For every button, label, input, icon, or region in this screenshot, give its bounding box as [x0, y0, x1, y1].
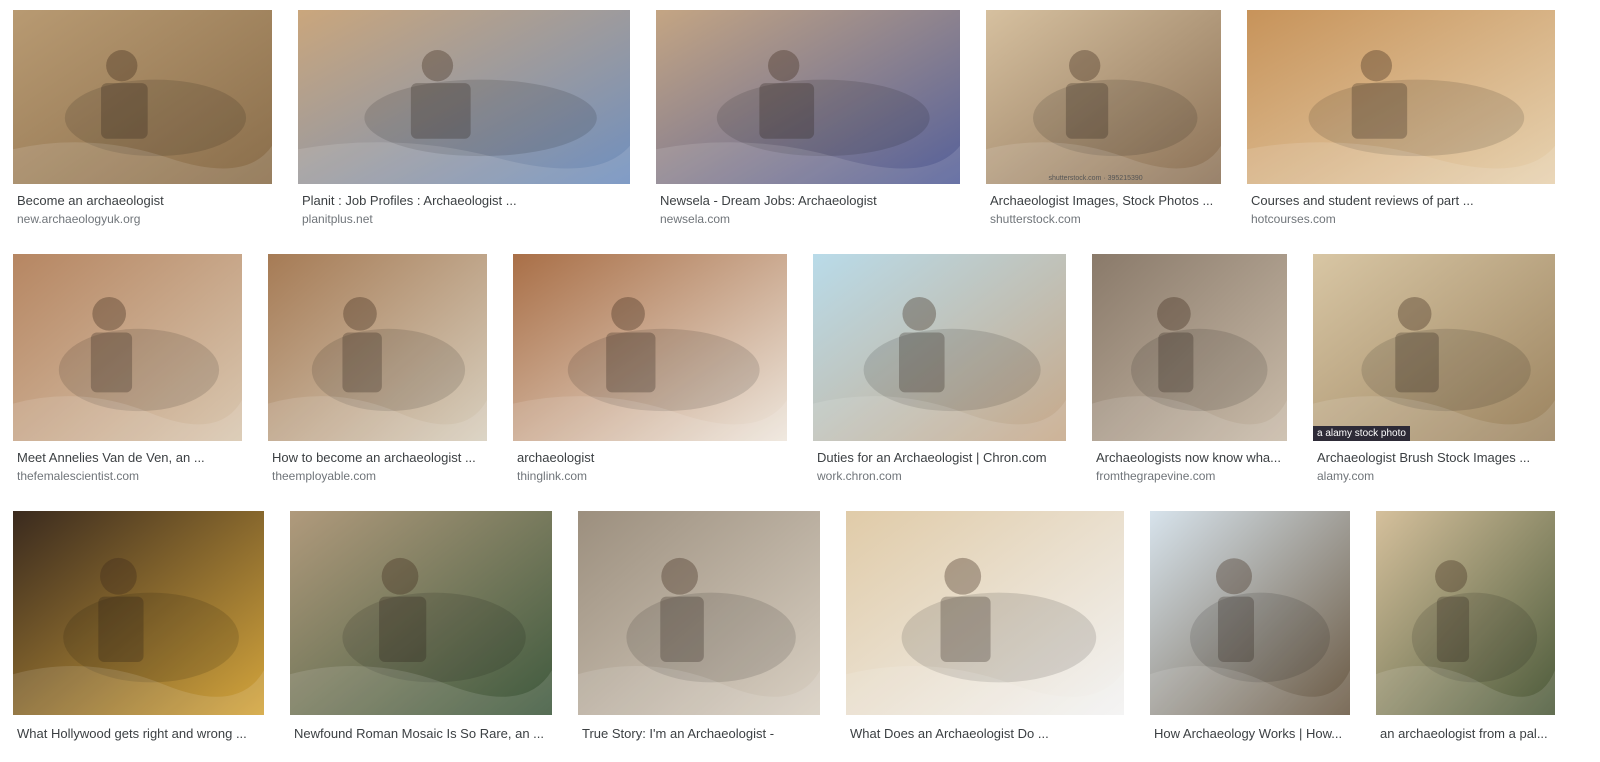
- result-source: planitplus.net: [302, 212, 373, 226]
- result-thumbnail[interactable]: [290, 511, 552, 715]
- result-thumbnail[interactable]: [846, 511, 1124, 715]
- image-result[interactable]: Newfound Roman Mosaic Is So Rare, an ...: [290, 511, 552, 762]
- result-thumbnail[interactable]: [13, 511, 264, 715]
- result-source: shutterstock.com: [990, 212, 1081, 226]
- result-thumbnail[interactable]: shutterstock.com · 395215390: [986, 10, 1221, 184]
- image-result[interactable]: True Story: I'm an Archaeologist -: [578, 511, 820, 762]
- result-title[interactable]: Planit : Job Profiles : Archaeologist ..…: [302, 193, 626, 208]
- result-thumbnail[interactable]: [1247, 10, 1555, 184]
- image-result[interactable]: How to become an archaeologist ... theemp…: [268, 254, 487, 486]
- image-result[interactable]: shutterstock.com · 395215390 Archaeologis…: [986, 10, 1221, 229]
- result-thumbnail[interactable]: [1150, 511, 1350, 715]
- result-source: work.chron.com: [817, 469, 902, 483]
- result-source: alamy.com: [1317, 469, 1375, 483]
- image-result[interactable]: Archaeologists now know wha... fromthegra…: [1092, 254, 1287, 486]
- result-source: fromthegrapevine.com: [1096, 469, 1216, 483]
- result-thumbnail[interactable]: [578, 511, 820, 715]
- image-result[interactable]: What Hollywood gets right and wrong ...: [13, 511, 264, 762]
- image-result[interactable]: What Does an Archaeologist Do ...: [846, 511, 1124, 762]
- image-result[interactable]: Become an archaeologist new.archaeologyuk…: [13, 10, 272, 229]
- image-result[interactable]: Duties for an Archaeologist | Chron.com w…: [813, 254, 1066, 486]
- result-source: theemployable.com: [272, 469, 377, 483]
- result-title[interactable]: Archaeologist Images, Stock Photos ...: [990, 193, 1217, 208]
- result-title[interactable]: Archaeologists now know wha...: [1096, 450, 1283, 465]
- watermark-label: shutterstock.com · 395215390: [1048, 175, 1143, 182]
- result-thumbnail[interactable]: [268, 254, 487, 441]
- result-title[interactable]: Duties for an Archaeologist | Chron.com: [817, 450, 1062, 465]
- image-result[interactable]: Meet Annelies Van de Ven, an ... thefemal…: [13, 254, 242, 486]
- result-thumbnail[interactable]: [513, 254, 787, 441]
- result-title[interactable]: Archaeologist Brush Stock Images ...: [1317, 450, 1551, 465]
- result-title[interactable]: What Hollywood gets right and wrong ...: [17, 726, 260, 741]
- result-title[interactable]: Meet Annelies Van de Ven, an ...: [17, 450, 238, 465]
- result-source: thinglink.com: [517, 469, 588, 483]
- result-title[interactable]: Courses and student reviews of part ...: [1251, 193, 1551, 208]
- result-thumbnail[interactable]: [656, 10, 960, 184]
- image-result[interactable]: Courses and student reviews of part ... h…: [1247, 10, 1555, 229]
- image-result[interactable]: Planit : Job Profiles : Archaeologist ..…: [298, 10, 630, 229]
- result-title[interactable]: archaeologist: [517, 450, 783, 465]
- result-source: newsela.com: [660, 212, 731, 226]
- result-title[interactable]: What Does an Archaeologist Do ...: [850, 726, 1120, 741]
- result-title[interactable]: Newsela - Dream Jobs: Archaeologist: [660, 193, 956, 208]
- result-source: new.archaeologyuk.org: [17, 212, 141, 226]
- result-thumbnail[interactable]: [13, 10, 272, 184]
- result-title[interactable]: Become an archaeologist: [17, 193, 268, 208]
- result-title[interactable]: How to become an archaeologist ...: [272, 450, 483, 465]
- image-result[interactable]: a alamy stock photo Archaeologist Brush S…: [1313, 254, 1555, 486]
- result-thumbnail[interactable]: [1092, 254, 1287, 441]
- image-result[interactable]: How Archaeology Works | How...: [1150, 511, 1350, 762]
- result-title[interactable]: How Archaeology Works | How...: [1154, 726, 1346, 741]
- result-title[interactable]: Newfound Roman Mosaic Is So Rare, an ...: [294, 726, 548, 741]
- result-title[interactable]: an archaeologist from a pal...: [1380, 726, 1551, 741]
- result-title[interactable]: True Story: I'm an Archaeologist -: [582, 726, 816, 741]
- result-source: thefemalescientist.com: [17, 469, 140, 483]
- image-result[interactable]: archaeologist thinglink.com: [513, 254, 787, 486]
- result-thumbnail[interactable]: a alamy stock photo: [1313, 254, 1555, 441]
- watermark-label: a alamy stock photo: [1313, 426, 1410, 441]
- result-thumbnail[interactable]: [813, 254, 1066, 441]
- result-thumbnail[interactable]: [298, 10, 630, 184]
- image-result[interactable]: an archaeologist from a pal...: [1376, 511, 1555, 762]
- result-source: hotcourses.com: [1251, 212, 1336, 226]
- result-thumbnail[interactable]: [13, 254, 242, 441]
- image-result[interactable]: Newsela - Dream Jobs: Archaeologist newse…: [656, 10, 960, 229]
- result-thumbnail[interactable]: [1376, 511, 1555, 715]
